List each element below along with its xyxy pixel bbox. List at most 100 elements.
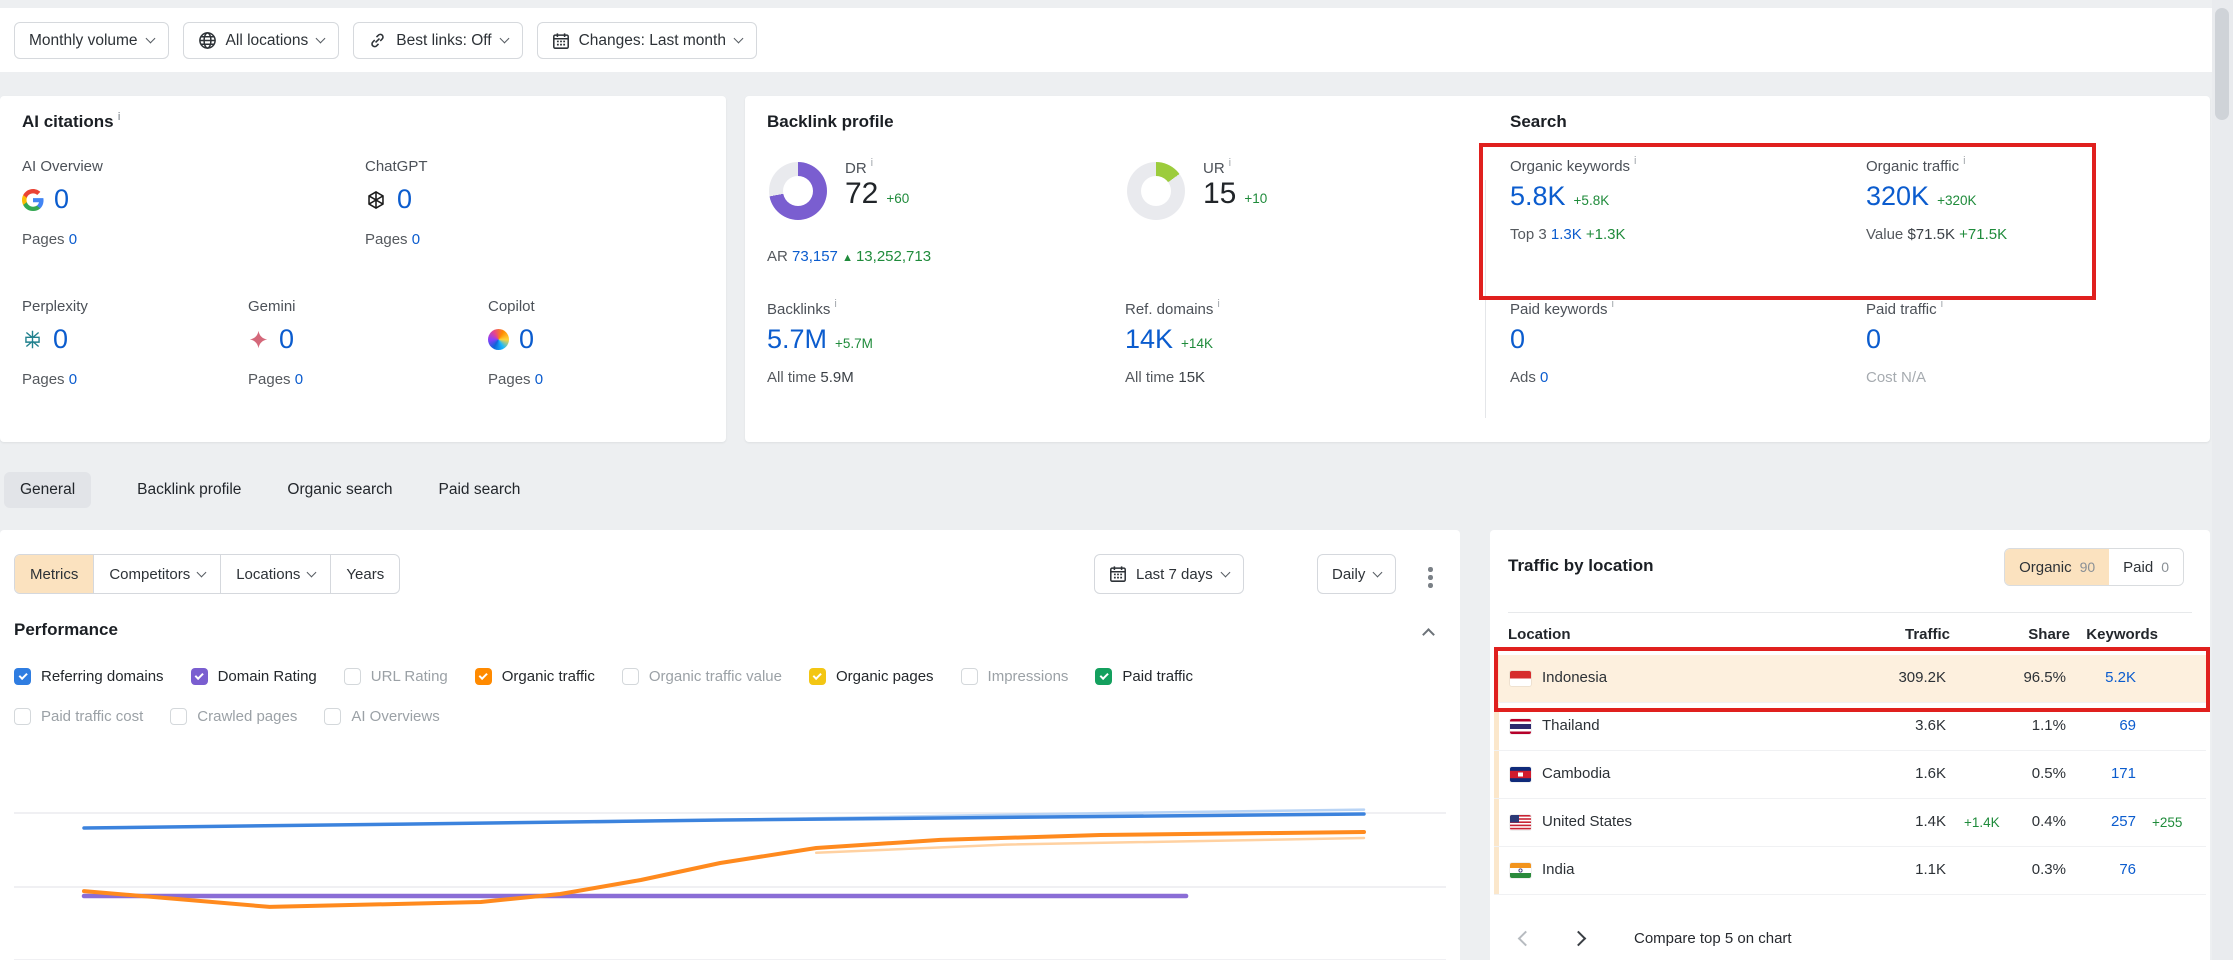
keywords-delta: +255 xyxy=(2152,815,2182,830)
table-header: Location Traffic Share Keywords xyxy=(1490,626,2210,652)
ar-line: AR 73,157 13,252,713 xyxy=(767,248,931,265)
checkbox-crawled-pages[interactable]: Crawled pages xyxy=(170,708,297,725)
backlinks-value[interactable]: 5.7M xyxy=(767,324,827,355)
checkbox-domain-rating[interactable]: Domain Rating xyxy=(191,668,317,685)
filter-best-links[interactable]: Best links: Off xyxy=(353,22,522,59)
keywords-link[interactable]: 5.2K xyxy=(2105,669,2136,686)
table-row-united-states[interactable]: United States 1.4K +1.4K 0.4% 257 +255 xyxy=(1494,799,2206,847)
filter-all-locations[interactable]: All locations xyxy=(183,22,340,59)
traffic-value: 3.6K xyxy=(1915,717,1946,734)
engine-name: Copilot xyxy=(488,298,708,315)
toggle-paid[interactable]: Paid0 xyxy=(2109,549,2183,585)
organic-traffic-label: Organic traffic xyxy=(1866,158,2007,175)
keywords-link[interactable]: 76 xyxy=(2119,861,2136,878)
ar-value[interactable]: 73,157 xyxy=(792,248,838,265)
prev-page-chevron-icon[interactable] xyxy=(1518,931,1534,947)
filter-monthly-volume[interactable]: Monthly volume xyxy=(14,22,169,59)
pages-label: Pages xyxy=(488,371,531,388)
checkbox-box[interactable] xyxy=(14,708,31,725)
tab-general[interactable]: General xyxy=(4,472,91,508)
backlink-search-card: Backlink profile DR 72 +60 AR 73,157 13,… xyxy=(745,96,2210,442)
segment-competitors[interactable]: Competitors xyxy=(93,555,220,593)
ads-value[interactable]: 0 xyxy=(1540,369,1548,386)
top3-value[interactable]: 1.3K xyxy=(1551,226,1582,243)
next-page-chevron-icon[interactable] xyxy=(1571,931,1587,947)
checkbox-box[interactable] xyxy=(1095,668,1112,685)
checkbox-organic-pages[interactable]: Organic pages xyxy=(809,668,934,685)
column-share: Share xyxy=(2028,626,2070,643)
organic-keywords-value[interactable]: 5.8K xyxy=(1510,181,1566,212)
organic-keywords-delta: +5.8K xyxy=(1574,193,1610,208)
scrollbar-thumb[interactable] xyxy=(2215,8,2229,120)
keywords-link[interactable]: 257 xyxy=(2111,813,2136,830)
keywords-link[interactable]: 69 xyxy=(2119,717,2136,734)
checkbox-organic-traffic-value[interactable]: Organic traffic value xyxy=(622,668,782,685)
collapse-chevron-up-icon[interactable] xyxy=(1422,628,1435,641)
table-row-indonesia[interactable]: Indonesia 309.2K 96.5% 5.2K xyxy=(1494,655,2206,703)
pages-count-link[interactable]: 0 xyxy=(535,371,543,388)
checkbox-label: Organic traffic value xyxy=(649,668,782,685)
segment-metrics[interactable]: Metrics xyxy=(15,555,93,593)
search-title: Search xyxy=(1510,112,1567,132)
google-g-icon xyxy=(22,189,44,211)
pages-count-link[interactable]: 0 xyxy=(412,231,420,248)
checkbox-box[interactable] xyxy=(961,668,978,685)
table-row-thailand[interactable]: Thailand 3.6K 1.1% 69 xyxy=(1494,703,2206,751)
checkbox-box[interactable] xyxy=(622,668,639,685)
table-row-india[interactable]: India 1.1K 0.3% 76 xyxy=(1494,847,2206,895)
filter-changes[interactable]: Changes: Last month xyxy=(537,22,757,59)
checkbox-organic-traffic[interactable]: Organic traffic xyxy=(475,668,595,685)
segment-locations[interactable]: Locations xyxy=(220,555,330,593)
checkbox-box[interactable] xyxy=(475,668,492,685)
location-name: India xyxy=(1542,861,1575,878)
checkbox-label: Paid traffic cost xyxy=(41,708,143,725)
ref-domains-value[interactable]: 14K xyxy=(1125,324,1173,355)
granularity-button[interactable]: Daily xyxy=(1317,554,1396,594)
checkbox-box[interactable] xyxy=(191,668,208,685)
organic-paid-toggle: Organic90 Paid0 xyxy=(2004,548,2184,586)
organic-traffic-value[interactable]: 320K xyxy=(1866,181,1929,212)
performance-line-chart[interactable] xyxy=(0,780,1460,960)
ur-donut xyxy=(1127,162,1185,220)
granularity-label: Daily xyxy=(1332,566,1365,583)
checkbox-box[interactable] xyxy=(324,708,341,725)
checkbox-paid-traffic[interactable]: Paid traffic xyxy=(1095,668,1193,685)
scrollbar-track[interactable] xyxy=(2212,0,2233,960)
checkbox-paid-traffic-cost[interactable]: Paid traffic cost xyxy=(14,708,143,725)
more-options-icon[interactable] xyxy=(1424,563,1437,592)
paid-keywords-value[interactable]: 0 xyxy=(1510,324,1525,355)
link-icon xyxy=(368,31,387,50)
pages-count-link[interactable]: 0 xyxy=(295,371,303,388)
checkbox-ai-overviews[interactable]: AI Overviews xyxy=(324,708,439,725)
checkbox-box[interactable] xyxy=(344,668,361,685)
paid-traffic-label: Paid traffic xyxy=(1866,301,1943,318)
checkbox-box[interactable] xyxy=(809,668,826,685)
citations-count: 0 xyxy=(54,184,69,215)
checkbox-impressions[interactable]: Impressions xyxy=(961,668,1069,685)
location-pager: Compare top 5 on chart xyxy=(1520,930,1792,947)
checkbox-url-rating[interactable]: URL Rating xyxy=(344,668,448,685)
date-range-button[interactable]: Last 7 days xyxy=(1094,554,1244,594)
tab-paid-search[interactable]: Paid search xyxy=(439,481,521,499)
compare-top5-label[interactable]: Compare top 5 on chart xyxy=(1634,930,1792,947)
checkbox-box[interactable] xyxy=(170,708,187,725)
paid-traffic-value[interactable]: 0 xyxy=(1866,324,1881,355)
checkbox-box[interactable] xyxy=(14,668,31,685)
ai-citations-card: AI citations AI Overview 0 Pages 0 ChatG… xyxy=(0,96,726,442)
filter-label: Best links: Off xyxy=(396,32,491,50)
segment-label: Competitors xyxy=(109,566,190,583)
toggle-label: Organic xyxy=(2019,559,2072,576)
tab-organic-search[interactable]: Organic search xyxy=(287,481,392,499)
pages-count-link[interactable]: 0 xyxy=(69,371,77,388)
tab-backlink-profile[interactable]: Backlink profile xyxy=(137,481,241,499)
section-tabs: General Backlink profile Organic search … xyxy=(4,470,520,510)
column-location: Location xyxy=(1508,626,1571,643)
segment-years[interactable]: Years xyxy=(330,555,399,593)
india-flag-icon xyxy=(1510,863,1531,878)
keywords-link[interactable]: 171 xyxy=(2111,765,2136,782)
ur-delta: +10 xyxy=(1244,191,1267,206)
toggle-organic[interactable]: Organic90 xyxy=(2005,549,2109,585)
table-row-cambodia[interactable]: Cambodia 1.6K 0.5% 171 xyxy=(1494,751,2206,799)
checkbox-referring-domains[interactable]: Referring domains xyxy=(14,668,164,685)
pages-count-link[interactable]: 0 xyxy=(69,231,77,248)
